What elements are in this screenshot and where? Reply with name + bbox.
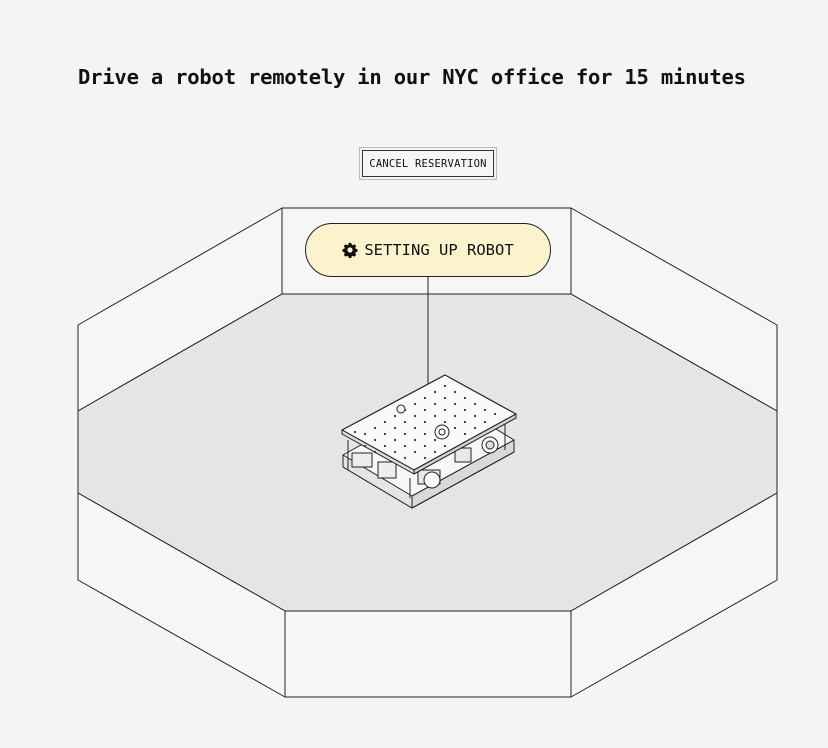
robot-status-pill: SETTING UP ROBOT: [305, 223, 551, 277]
robot-arena-illustration: [77, 207, 778, 698]
gear-icon: [342, 242, 358, 258]
robot-status-label: SETTING UP ROBOT: [364, 241, 514, 259]
